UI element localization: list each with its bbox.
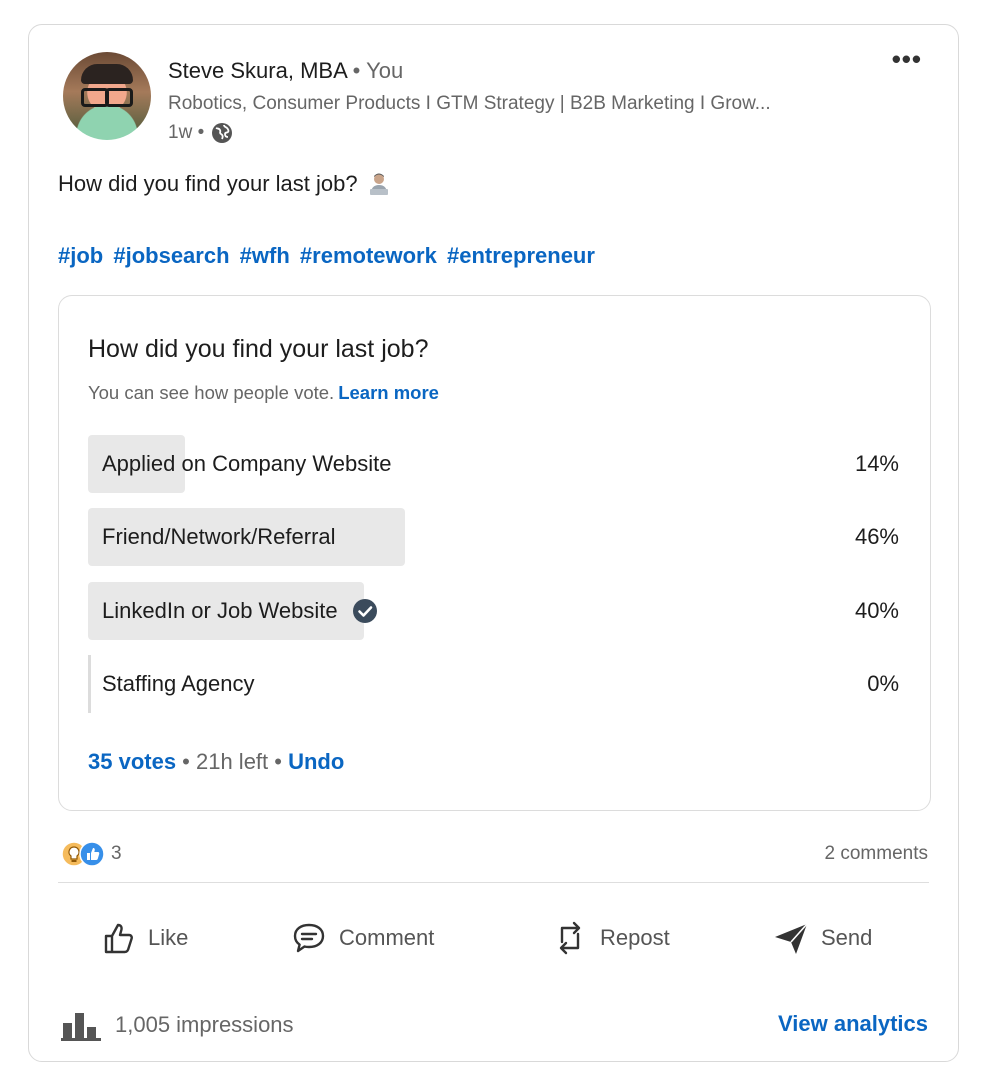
poll-option-percent: 14%: [854, 451, 899, 476]
divider: [58, 882, 929, 883]
author-name[interactable]: Steve Skura, MBA: [168, 58, 347, 83]
send-label: Send: [821, 925, 873, 950]
bar-chart-icon: [61, 1013, 101, 1041]
repost-button[interactable]: Repost: [550, 913, 670, 963]
poll-option-percent: 0%: [867, 671, 899, 696]
hashtag-job[interactable]: #job: [58, 243, 103, 268]
repost-icon: [559, 921, 581, 955]
like-icon: [104, 923, 133, 954]
poll-info-text: You can see how people vote.: [88, 382, 335, 403]
post-body: How did you find your last job?: [58, 171, 358, 196]
poll-question: How did you find your last job?: [88, 335, 429, 363]
post-meta: 1w •: [168, 121, 234, 145]
emoji-icon: [369, 173, 388, 195]
hashtag-wfh[interactable]: #wfh: [240, 243, 290, 268]
reactions-summary[interactable]: 3: [61, 841, 122, 867]
poll-time-left: • 21h left •: [176, 749, 289, 774]
post-card: Steve Skura, MBA • You Robotics, Consume…: [28, 24, 959, 1062]
like-button[interactable]: Like: [98, 913, 188, 963]
poll-option[interactable]: Friend/Network/Referral 46%: [88, 508, 899, 566]
author-headline: Robotics, Consumer Products I GTM Strate…: [168, 93, 771, 114]
author-name-line[interactable]: Steve Skura, MBA • You: [168, 58, 403, 84]
poll-option-label: LinkedIn or Job Website: [102, 598, 338, 623]
send-icon: [775, 923, 808, 954]
poll-votes-link[interactable]: 35 votes: [88, 749, 176, 774]
poll-option[interactable]: Applied on Company Website 14%: [88, 435, 899, 493]
poll-info: You can see how people vote. Learn more: [88, 382, 439, 404]
like-label: Like: [148, 925, 189, 950]
poll-option-selected[interactable]: LinkedIn or Job Website 40%: [88, 582, 899, 640]
comment-icon: [293, 923, 325, 953]
comment-label: Comment: [339, 925, 435, 950]
poll-option-label: Staffing Agency: [102, 671, 255, 696]
comments-count[interactable]: 2 comments: [825, 843, 928, 865]
avatar[interactable]: [63, 52, 151, 140]
author-relation: You: [366, 58, 404, 83]
reaction-count: 3: [111, 843, 122, 864]
undo-link[interactable]: Undo: [288, 749, 344, 774]
poll-option-label: Applied on Company Website: [102, 451, 392, 476]
learn-more-link[interactable]: Learn more: [338, 382, 439, 403]
hashtag-jobsearch[interactable]: #jobsearch: [113, 243, 229, 268]
view-analytics-link[interactable]: View analytics: [778, 1011, 928, 1037]
like-reaction-icon: [79, 841, 105, 867]
post-time: 1w •: [168, 122, 205, 143]
poll-option[interactable]: Staffing Agency 0%: [88, 655, 899, 713]
poll-option-percent: 40%: [854, 598, 899, 623]
hashtag-remotework[interactable]: #remotework: [300, 243, 437, 268]
more-icon[interactable]: •••: [892, 46, 922, 72]
globe-icon: [212, 123, 233, 143]
comment-button[interactable]: Comment: [289, 913, 434, 963]
hashtag-entrepreneur[interactable]: #entrepreneur: [447, 243, 595, 268]
repost-label: Repost: [600, 925, 670, 950]
check-icon: [352, 599, 377, 623]
poll-option-label: Friend/Network/Referral: [102, 524, 336, 549]
poll-option-percent: 46%: [854, 524, 899, 549]
impressions: 1,005 impressions: [61, 1009, 294, 1041]
poll: How did you find your last job? You can …: [58, 295, 931, 811]
hashtags: #job #jobsearch #wfh #remotework #entrep…: [58, 243, 599, 269]
impressions-count: 1,005 impressions: [115, 1012, 294, 1037]
author-separator: •: [346, 58, 367, 83]
post-text: How did you find your last job?: [58, 171, 390, 197]
action-bar: Like Comment Repost Send: [58, 913, 929, 963]
poll-option-bar: [88, 655, 91, 713]
poll-footer: 35 votes • 21h left • Undo: [88, 749, 344, 775]
send-button[interactable]: Send: [771, 913, 872, 963]
